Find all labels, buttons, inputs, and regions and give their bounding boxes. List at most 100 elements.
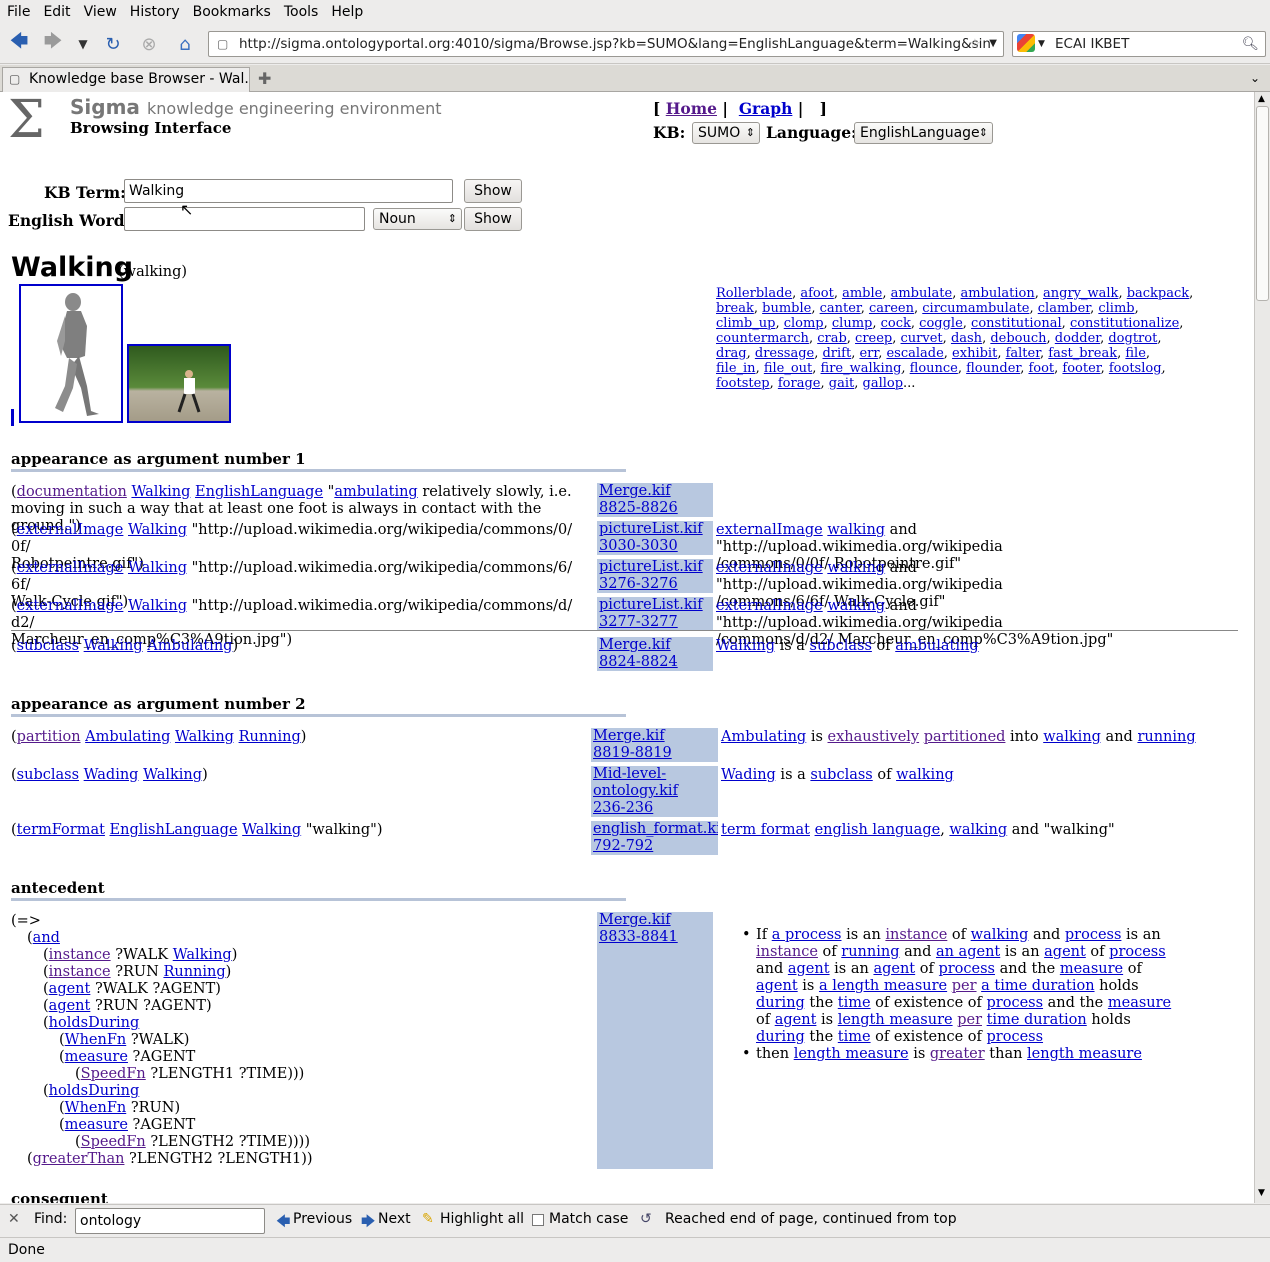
source-lines-link[interactable]: 792-792 (593, 838, 653, 854)
word-link[interactable]: careen (869, 301, 914, 316)
running-link[interactable]: Running (239, 729, 301, 745)
source-file-link[interactable]: pictureList.kif (599, 559, 703, 575)
ambulating-link[interactable]: Ambulating (147, 638, 232, 654)
word-link[interactable]: flounder (966, 361, 1020, 376)
word-link[interactable]: dash (951, 331, 982, 346)
menu-edit[interactable]: Edit (36, 4, 76, 20)
externalimage-link[interactable]: externalImage (716, 560, 823, 576)
source-file-link[interactable]: pictureList.kif (599, 521, 703, 537)
graph-link[interactable]: Graph (739, 99, 793, 118)
word-link[interactable]: escalade (886, 346, 943, 361)
word-link[interactable]: file_in (716, 361, 756, 376)
word-link[interactable]: constitutional (971, 316, 1062, 331)
wading-link[interactable]: Wading (84, 767, 139, 783)
running-link[interactable]: running (1137, 729, 1195, 745)
term-format-link[interactable]: term format (721, 822, 810, 838)
word-link[interactable]: angry_walk (1043, 286, 1118, 301)
source-file-link-cont[interactable]: ontology.kif (593, 783, 678, 799)
word-link[interactable]: clomp (784, 316, 824, 331)
whenfn-link[interactable]: WhenFn (65, 1032, 127, 1048)
word-link[interactable]: dodder (1055, 331, 1100, 346)
forward-icon[interactable]: 🡆 (40, 31, 66, 57)
source-file-link[interactable]: Merge.kif (599, 912, 671, 928)
externalimage-link[interactable]: externalImage (17, 560, 124, 576)
previous-icon[interactable]: 🡄 (276, 1211, 290, 1235)
ambulating-link[interactable]: Ambulating (85, 729, 170, 745)
word-link[interactable]: creep (855, 331, 892, 346)
word-link[interactable]: foot (1028, 361, 1054, 376)
externalimage-link[interactable]: externalImage (17, 598, 124, 614)
walking-link[interactable]: walking (896, 767, 954, 783)
pos-select[interactable]: Noun (373, 208, 462, 230)
word-link[interactable]: dogtrot (1108, 331, 1157, 346)
partition-link[interactable]: partition (17, 729, 81, 745)
language-select[interactable]: EnglishLanguage (854, 122, 993, 144)
source-file-link[interactable]: Merge.kif (599, 637, 671, 653)
url-dropdown-icon[interactable]: ▼ (989, 32, 997, 56)
ambulating-link[interactable]: ambulating (334, 484, 417, 500)
source-lines-link[interactable]: 8824-8824 (599, 654, 678, 670)
menu-tools[interactable]: Tools (277, 4, 325, 20)
scroll-down-icon[interactable]: ▼ (1258, 1188, 1265, 1198)
source-lines-link[interactable]: 8819-8819 (593, 745, 672, 761)
source-file-link[interactable]: Mid-level- (593, 766, 666, 782)
word-link[interactable]: footer (1062, 361, 1100, 376)
word-link[interactable]: fast_break (1048, 346, 1117, 361)
englishlanguage-link[interactable]: EnglishLanguage (195, 484, 323, 500)
source-file-link[interactable]: pictureList.kif (599, 597, 703, 613)
menu-help[interactable]: Help (324, 4, 369, 20)
partitioned-link[interactable]: partitioned (924, 729, 1006, 745)
walking-link[interactable]: walking (827, 522, 885, 538)
word-link[interactable]: clump (832, 316, 872, 331)
source-lines-link[interactable]: 8833-8841 (599, 929, 678, 945)
source-lines-link[interactable]: 8825-8826 (599, 500, 678, 516)
ambulating-link[interactable]: ambulating (895, 638, 978, 654)
word-link[interactable]: climb (1098, 301, 1134, 316)
word-link[interactable]: circumambulate (922, 301, 1029, 316)
robot-walking-image[interactable] (19, 284, 123, 423)
word-link[interactable]: backpack (1127, 286, 1189, 301)
walking-link[interactable]: walking (1043, 729, 1101, 745)
menu-view[interactable]: View (77, 4, 123, 20)
ambulating-link[interactable]: Ambulating (721, 729, 806, 745)
subclass-link[interactable]: subclass (810, 767, 872, 783)
source-file-link[interactable]: english_format.kif (593, 821, 718, 837)
word-link[interactable]: drag (716, 346, 747, 361)
show-term-button[interactable]: Show (464, 179, 522, 203)
new-tab-icon[interactable]: ✚ (258, 69, 271, 88)
walking-link[interactable]: Walking (173, 947, 232, 963)
kb-select[interactable]: SUMO (692, 122, 760, 144)
instance-link[interactable]: instance (49, 964, 111, 980)
word-link[interactable]: dressage (755, 346, 814, 361)
externalimage-link[interactable]: externalImage (716, 598, 823, 614)
word-link[interactable]: break (716, 301, 754, 316)
word-link[interactable]: ambulation (960, 286, 1034, 301)
source-file-link[interactable]: Merge.kif (593, 728, 665, 744)
externalimage-link[interactable]: externalImage (17, 522, 124, 538)
externalimage-link[interactable]: externalImage (716, 522, 823, 538)
word-link[interactable]: bumble (762, 301, 811, 316)
source-lines-link[interactable]: 3276-3276 (599, 576, 678, 592)
word-link[interactable]: drift (822, 346, 851, 361)
running-link[interactable]: Running (163, 964, 225, 980)
kb-term-input[interactable]: Walking (124, 179, 453, 203)
bookmark-star-icon[interactable]: ☆ (969, 32, 981, 56)
next-icon[interactable]: 🡆 (361, 1211, 375, 1235)
source-file-link[interactable]: Merge.kif (599, 483, 671, 499)
source-lines-link[interactable]: 236-236 (593, 800, 653, 816)
measure-link[interactable]: measure (65, 1049, 128, 1065)
word-link[interactable]: countermarch (716, 331, 809, 346)
word-link[interactable]: flounce (910, 361, 958, 376)
word-link[interactable]: clamber (1038, 301, 1090, 316)
word-link[interactable]: exhibit (952, 346, 997, 361)
match-case-checkbox[interactable] (532, 1214, 544, 1226)
word-link[interactable]: file_out (764, 361, 812, 376)
race-walker-image[interactable] (127, 344, 231, 423)
and-link[interactable]: and (33, 930, 60, 946)
word-link[interactable]: gallop (863, 376, 904, 391)
speedfn-link[interactable]: SpeedFn (81, 1134, 146, 1150)
word-link[interactable]: debouch (990, 331, 1046, 346)
show-word-button[interactable]: Show (464, 207, 522, 231)
find-previous-button[interactable]: Previous (293, 1211, 352, 1227)
word-link[interactable]: footstep (716, 376, 770, 391)
